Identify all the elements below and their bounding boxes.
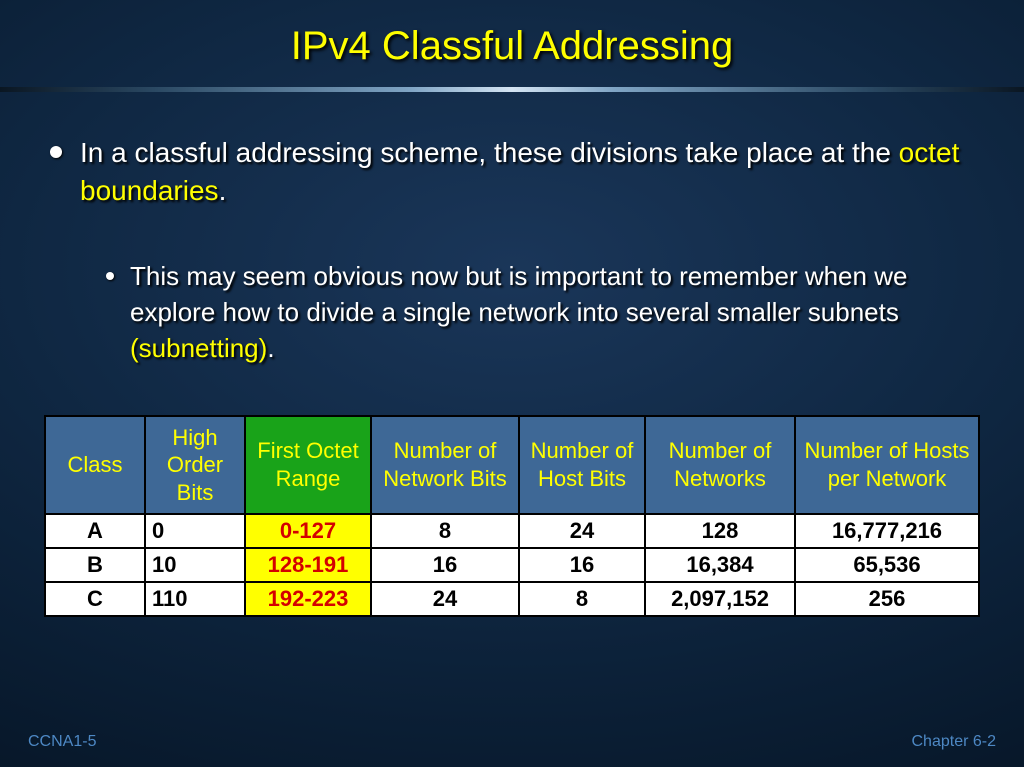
cell-hosts: 16,777,216 xyxy=(795,514,979,548)
footer-left: CCNA1-5 xyxy=(28,733,96,751)
col-header-hob: High Order Bits xyxy=(145,416,245,514)
col-header-class: Class xyxy=(45,416,145,514)
text-segment: In a classful addressing scheme, these d… xyxy=(80,137,899,168)
classful-table: Class High Order Bits First Octet Range … xyxy=(44,415,980,617)
cell-hosts: 65,536 xyxy=(795,548,979,582)
cell-range: 0-127 xyxy=(245,514,371,548)
col-header-range: First Octet Range xyxy=(245,416,371,514)
table-row: C 110 192-223 24 8 2,097,152 256 xyxy=(45,582,979,616)
main-bullet-text: In a classful addressing scheme, these d… xyxy=(80,134,974,210)
col-header-hosts: Number of Hosts per Network xyxy=(795,416,979,514)
cell-hob: 0 xyxy=(145,514,245,548)
cell-nets: 2,097,152 xyxy=(645,582,795,616)
sub-bullet-text: This may seem obvious now but is importa… xyxy=(130,258,974,367)
cell-hob: 10 xyxy=(145,548,245,582)
cell-netbits: 24 xyxy=(371,582,519,616)
table-row: A 0 0-127 8 24 128 16,777,216 xyxy=(45,514,979,548)
table-row: B 10 128-191 16 16 16,384 65,536 xyxy=(45,548,979,582)
highlight-text: (subnetting) xyxy=(130,333,267,363)
sub-bullet: This may seem obvious now but is importa… xyxy=(106,258,974,367)
footer-right: Chapter 6-2 xyxy=(912,733,997,751)
text-segment: . xyxy=(267,333,274,363)
cell-hostbits: 24 xyxy=(519,514,645,548)
col-header-netbits: Number of Network Bits xyxy=(371,416,519,514)
bullet-dot-icon xyxy=(106,272,114,280)
table-container: Class High Order Bits First Octet Range … xyxy=(0,367,1024,617)
content-area: In a classful addressing scheme, these d… xyxy=(0,92,1024,367)
main-bullet: In a classful addressing scheme, these d… xyxy=(50,134,974,210)
table-header-row: Class High Order Bits First Octet Range … xyxy=(45,416,979,514)
slide-title: IPv4 Classful Addressing xyxy=(0,0,1024,87)
col-header-hostbits: Number of Host Bits xyxy=(519,416,645,514)
col-header-nets: Number of Networks xyxy=(645,416,795,514)
bullet-dot-icon xyxy=(50,146,62,158)
cell-netbits: 8 xyxy=(371,514,519,548)
cell-nets: 128 xyxy=(645,514,795,548)
cell-class: A xyxy=(45,514,145,548)
cell-hob: 110 xyxy=(145,582,245,616)
text-segment: . xyxy=(219,175,227,206)
cell-hostbits: 16 xyxy=(519,548,645,582)
cell-range: 192-223 xyxy=(245,582,371,616)
slide-footer: CCNA1-5 Chapter 6-2 xyxy=(0,733,1024,751)
cell-nets: 16,384 xyxy=(645,548,795,582)
cell-range: 128-191 xyxy=(245,548,371,582)
cell-class: C xyxy=(45,582,145,616)
cell-class: B xyxy=(45,548,145,582)
cell-netbits: 16 xyxy=(371,548,519,582)
cell-hostbits: 8 xyxy=(519,582,645,616)
text-segment: This may seem obvious now but is importa… xyxy=(130,261,907,327)
cell-hosts: 256 xyxy=(795,582,979,616)
